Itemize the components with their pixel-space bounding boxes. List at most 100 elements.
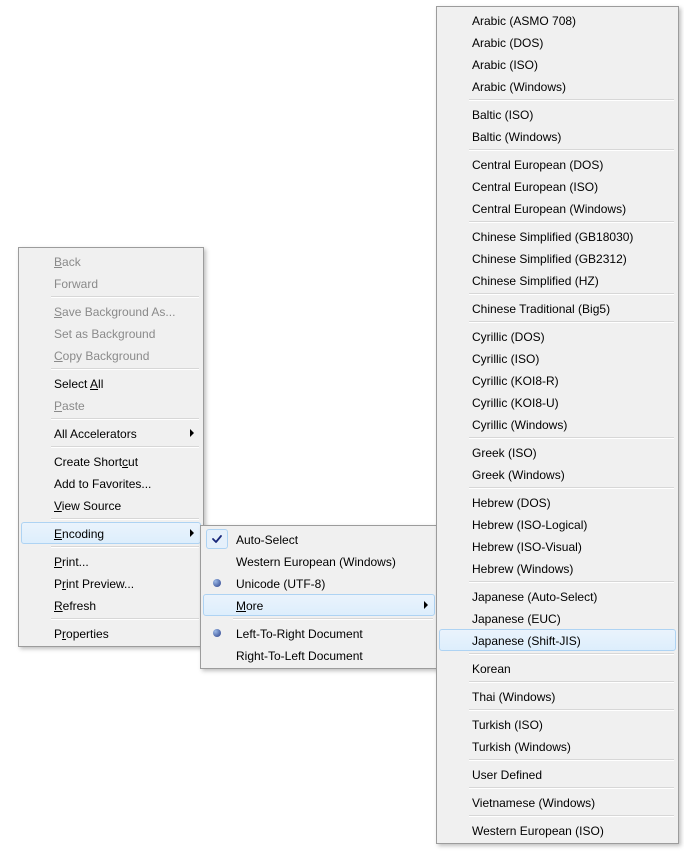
menu-item-cyrillic-koi8-r[interactable]: Cyrillic (KOI8-R)	[439, 369, 676, 391]
menu-item-cyrillic-koi8-u[interactable]: Cyrillic (KOI8-U)	[439, 391, 676, 413]
menu-item-encoding[interactable]: Encoding	[21, 522, 201, 544]
radio-icon	[206, 623, 228, 643]
menu-item-japanese-euc[interactable]: Japanese (EUC)	[439, 607, 676, 629]
menu-item-left-to-right-document[interactable]: Left-To-Right Document	[203, 622, 435, 644]
menu-item-label: More	[236, 599, 263, 613]
menu-item-select-all[interactable]: Select All	[21, 372, 201, 394]
menu-item-western-european-iso[interactable]: Western European (ISO)	[439, 819, 676, 841]
menu-item-chinese-simplified-gb2312[interactable]: Chinese Simplified (GB2312)	[439, 247, 676, 269]
menu-item-add-to-favorites[interactable]: Add to Favorites...	[21, 472, 201, 494]
menu-item-central-european-dos[interactable]: Central European (DOS)	[439, 153, 676, 175]
menu-item-all-accelerators[interactable]: All Accelerators	[21, 422, 201, 444]
menu-item-chinese-simplified-gb18030[interactable]: Chinese Simplified (GB18030)	[439, 225, 676, 247]
menu-item-arabic-dos[interactable]: Arabic (DOS)	[439, 31, 676, 53]
menu-item-label: Vietnamese (Windows)	[472, 796, 595, 810]
menu-item-label: Back	[54, 255, 81, 269]
menu-item-korean[interactable]: Korean	[439, 657, 676, 679]
menu-item-print[interactable]: Print...	[21, 550, 201, 572]
menu-item-label: Cyrillic (KOI8-U)	[472, 396, 559, 410]
menu-item-label: Hebrew (DOS)	[472, 496, 551, 510]
menu-item-cyrillic-dos[interactable]: Cyrillic (DOS)	[439, 325, 676, 347]
menu-item-chinese-traditional-big5[interactable]: Chinese Traditional (Big5)	[439, 297, 676, 319]
menu-item-label: Central European (ISO)	[472, 180, 598, 194]
menu-separator	[51, 618, 199, 620]
menu-item-more[interactable]: More	[203, 594, 435, 616]
menu-item-label: Japanese (Auto-Select)	[472, 590, 597, 604]
menu-item-label: Central European (DOS)	[472, 158, 603, 172]
menu-separator	[51, 446, 199, 448]
menu-item-label: Add to Favorites...	[54, 477, 151, 491]
menu-item-auto-select[interactable]: Auto-Select	[203, 528, 435, 550]
menu-separator	[469, 787, 674, 789]
menu-item-label: Greek (ISO)	[472, 446, 537, 460]
menu-item-label: All Accelerators	[54, 427, 137, 441]
menu-separator	[469, 487, 674, 489]
menu-item-turkish-iso[interactable]: Turkish (ISO)	[439, 713, 676, 735]
menu-item-set-as-background: Set as Background	[21, 322, 201, 344]
menu-item-label: Turkish (ISO)	[472, 718, 543, 732]
menu-item-arabic-iso[interactable]: Arabic (ISO)	[439, 53, 676, 75]
menu-separator	[469, 321, 674, 323]
menu-separator	[469, 759, 674, 761]
menu-item-hebrew-dos[interactable]: Hebrew (DOS)	[439, 491, 676, 513]
menu-item-forward: Forward	[21, 272, 201, 294]
menu-item-label: Baltic (Windows)	[472, 130, 561, 144]
context-menu[interactable]: Back Forward Save Background As... Set as B…	[18, 247, 204, 647]
menu-item-thai-windows[interactable]: Thai (Windows)	[439, 685, 676, 707]
menu-separator	[469, 653, 674, 655]
menu-separator	[469, 99, 674, 101]
menu-item-right-to-left-document[interactable]: Right-To-Left Document	[203, 644, 435, 666]
menu-item-hebrew-iso-visual[interactable]: Hebrew (ISO-Visual)	[439, 535, 676, 557]
menu-item-label: Set as Background	[54, 327, 155, 341]
menu-item-view-source[interactable]: View Source	[21, 494, 201, 516]
menu-item-label: Paste	[54, 399, 85, 413]
menu-item-central-european-windows[interactable]: Central European (Windows)	[439, 197, 676, 219]
menu-item-japanese-auto-select[interactable]: Japanese (Auto-Select)	[439, 585, 676, 607]
menu-item-label: Forward	[54, 277, 98, 291]
menu-item-save-background-as: Save Background As...	[21, 300, 201, 322]
menu-item-label: View Source	[54, 499, 121, 513]
menu-item-label: Arabic (ISO)	[472, 58, 538, 72]
menu-item-baltic-iso[interactable]: Baltic (ISO)	[439, 103, 676, 125]
menu-item-greek-windows[interactable]: Greek (Windows)	[439, 463, 676, 485]
menu-separator	[469, 221, 674, 223]
menu-item-cyrillic-iso[interactable]: Cyrillic (ISO)	[439, 347, 676, 369]
menu-item-turkish-windows[interactable]: Turkish (Windows)	[439, 735, 676, 757]
menu-item-properties[interactable]: Properties	[21, 622, 201, 644]
menu-item-label: Print Preview...	[54, 577, 134, 591]
menu-item-arabic-windows[interactable]: Arabic (Windows)	[439, 75, 676, 97]
menu-separator	[469, 681, 674, 683]
encoding-submenu[interactable]: Auto-SelectWestern European (Windows)Uni…	[200, 525, 438, 669]
menu-item-central-european-iso[interactable]: Central European (ISO)	[439, 175, 676, 197]
menu-separator	[469, 149, 674, 151]
menu-item-label: Cyrillic (ISO)	[472, 352, 539, 366]
menu-item-western-european-windows[interactable]: Western European (Windows)	[203, 550, 435, 572]
menu-item-chinese-simplified-hz[interactable]: Chinese Simplified (HZ)	[439, 269, 676, 291]
menu-item-label: Thai (Windows)	[472, 690, 555, 704]
menu-item-cyrillic-windows[interactable]: Cyrillic (Windows)	[439, 413, 676, 435]
menu-item-print-preview[interactable]: Print Preview...	[21, 572, 201, 594]
menu-item-hebrew-windows[interactable]: Hebrew (Windows)	[439, 557, 676, 579]
menu-item-label: Refresh	[54, 599, 96, 613]
menu-separator	[469, 581, 674, 583]
menu-item-create-shortcut[interactable]: Create Shortcut	[21, 450, 201, 472]
menu-item-vietnamese-windows[interactable]: Vietnamese (Windows)	[439, 791, 676, 813]
menu-item-hebrew-iso-logical[interactable]: Hebrew (ISO-Logical)	[439, 513, 676, 535]
menu-separator	[233, 618, 433, 620]
menu-separator	[51, 546, 199, 548]
menu-item-japanese-shift-jis[interactable]: Japanese (Shift-JIS)	[439, 629, 676, 651]
menu-item-label: Encoding	[54, 527, 104, 541]
menu-item-unicode-utf-8[interactable]: Unicode (UTF-8)	[203, 572, 435, 594]
menu-item-arabic-asmo-708[interactable]: Arabic (ASMO 708)	[439, 9, 676, 31]
menu-item-refresh[interactable]: Refresh	[21, 594, 201, 616]
menu-item-greek-iso[interactable]: Greek (ISO)	[439, 441, 676, 463]
menu-item-label: Arabic (DOS)	[472, 36, 543, 50]
menu-item-label: Right-To-Left Document	[236, 649, 363, 663]
check-icon	[206, 529, 228, 549]
menu-separator	[469, 293, 674, 295]
menu-item-label: Arabic (Windows)	[472, 80, 566, 94]
menu-item-user-defined[interactable]: User Defined	[439, 763, 676, 785]
menu-item-label: User Defined	[472, 768, 542, 782]
encoding-more-submenu[interactable]: Arabic (ASMO 708) Arabic (DOS) Arabic (ISO…	[436, 6, 679, 844]
menu-item-baltic-windows[interactable]: Baltic (Windows)	[439, 125, 676, 147]
